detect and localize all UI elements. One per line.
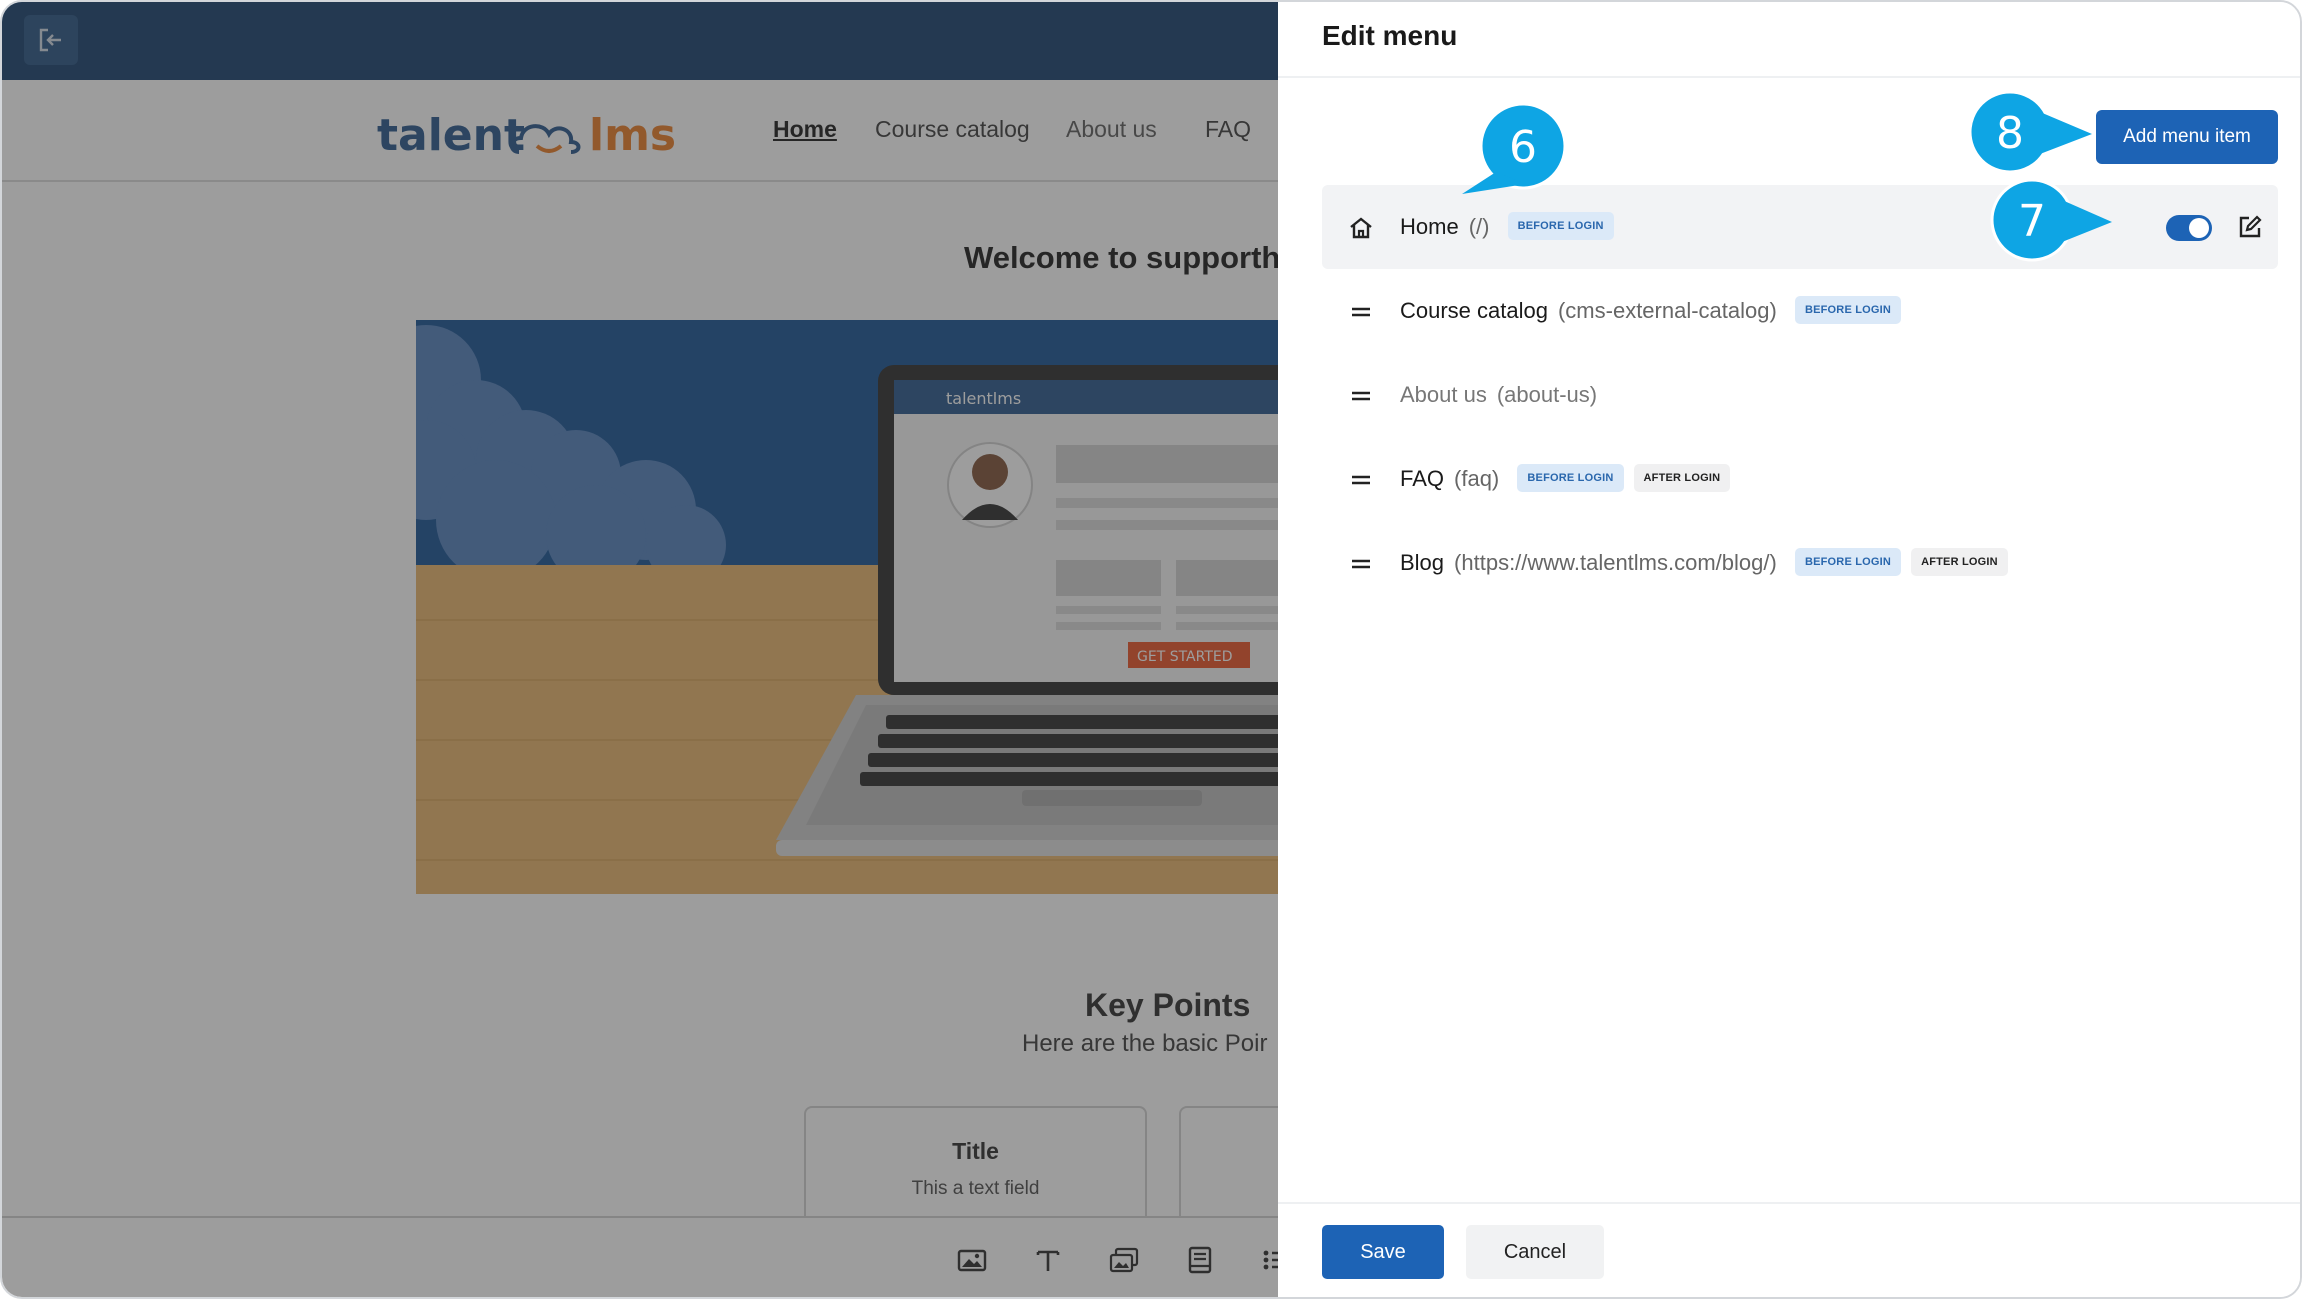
after-login-badge: AFTER LOGIN <box>1911 548 2008 577</box>
menu-item-label: About us (about-us) <box>1400 382 1597 408</box>
page-editor: talent lms Home Course catalog About us … <box>2 2 1278 1297</box>
panel-title: Edit menu <box>1322 20 1458 51</box>
cancel-button[interactable]: Cancel <box>1466 1225 1604 1279</box>
visibility-toggle[interactable] <box>2166 215 2212 241</box>
menu-item-name: FAQ <box>1400 466 1445 491</box>
before-login-badge: BEFORE LOGIN <box>1794 296 1902 325</box>
drag-handle-icon[interactable] <box>1348 299 1374 325</box>
menu-item-about-us[interactable]: About us (about-us) <box>1322 353 2278 437</box>
menu-item-name: About us <box>1400 382 1487 407</box>
menu-item-label: Home (/) BEFORE LOGIN <box>1400 212 1614 242</box>
add-menu-item-button[interactable]: Add menu item <box>2096 110 2278 164</box>
drag-handle-icon[interactable] <box>1348 467 1374 493</box>
callout-7: 7 <box>1990 178 2112 262</box>
menu-item-name: Course catalog <box>1400 298 1548 323</box>
callout-number: 7 <box>2018 196 2046 247</box>
menu-item-path: (cms-external-catalog) <box>1557 298 1777 323</box>
menu-item-blog[interactable]: Blog (https://www.talentlms.com/blog/) BE… <box>1322 521 2278 605</box>
divider <box>1278 1202 2300 1204</box>
app-window: talent lms Home Course catalog About us … <box>0 0 2302 1299</box>
menu-item-path: (faq) <box>1454 466 1500 491</box>
callout-number: 6 <box>1509 122 1537 173</box>
menu-item-name: Blog <box>1400 550 1445 575</box>
menu-item-label: Course catalog (cms-external-catalog) BEF… <box>1400 296 1902 326</box>
before-login-badge: BEFORE LOGIN <box>1794 548 1902 577</box>
home-icon <box>1350 217 1372 239</box>
toggle-knob <box>2189 218 2209 238</box>
divider <box>1278 76 2300 78</box>
menu-item-label: Blog (https://www.talentlms.com/blog/) BE… <box>1400 548 2008 578</box>
menu-item-path: (about-us) <box>1496 382 1598 407</box>
before-login-badge: BEFORE LOGIN <box>1517 464 1624 493</box>
drag-handle-icon[interactable] <box>1348 383 1374 409</box>
callout-number: 8 <box>1996 108 2024 159</box>
callout-6: 6 <box>1462 102 1567 194</box>
menu-item-faq[interactable]: FAQ (faq) BEFORE LOGIN AFTER LOGIN <box>1322 437 2278 521</box>
modal-backdrop[interactable] <box>2 2 1278 1297</box>
menu-item-path: (https://www.talentlms.com/blog/) <box>1454 550 1777 575</box>
before-login-badge: BEFORE LOGIN <box>1507 212 1614 241</box>
menu-item-name: Home <box>1400 214 1459 239</box>
menu-item-course-catalog[interactable]: Course catalog (cms-external-catalog) BEF… <box>1322 269 2278 353</box>
edit-menu-panel: Edit menu Add menu item Home (/) BEFORE L… <box>1278 2 2300 1297</box>
save-button[interactable]: Save <box>1322 1225 1444 1279</box>
menu-item-label: FAQ (faq) BEFORE LOGIN AFTER LOGIN <box>1400 464 1731 494</box>
after-login-badge: AFTER LOGIN <box>1633 464 1731 493</box>
edit-icon[interactable] <box>2236 213 2264 241</box>
menu-item-path: (/) <box>1468 214 1490 239</box>
callout-8: 8 <box>1968 90 2092 174</box>
drag-handle-icon[interactable] <box>1348 551 1374 577</box>
